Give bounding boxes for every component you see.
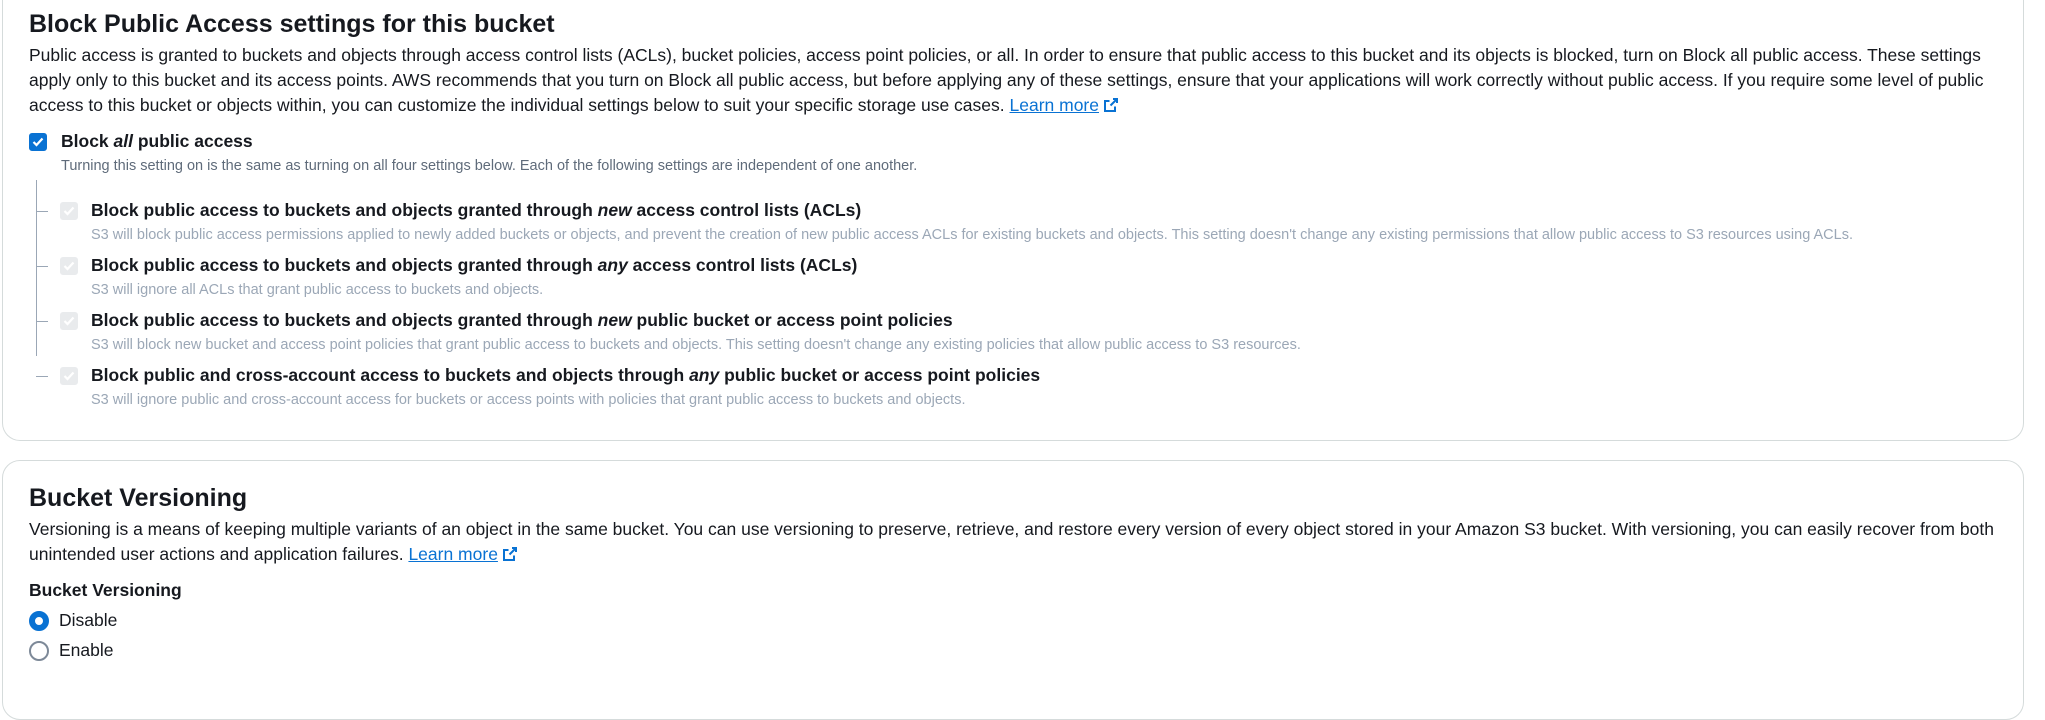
setting-new-policies-label: Block public access to buckets and objec… (91, 310, 953, 331)
setting-label-pre: Block public and cross-account access to… (91, 365, 690, 385)
block-all-label[interactable]: Block all public access (61, 131, 253, 152)
block-public-access-title: Block Public Access settings for this bu… (29, 10, 555, 38)
learn-more-label: Learn more (408, 544, 498, 564)
tree-branch (36, 211, 48, 212)
setting-any-acls-description: S3 will ignore all ACLs that grant publi… (91, 282, 544, 298)
setting-label-em: any (689, 365, 720, 385)
bucket-versioning-description: Versioning is a means of keeping multipl… (29, 517, 1997, 567)
block-all-checkbox[interactable] (29, 133, 47, 151)
bucket-versioning-header: Bucket Versioning Versioning is a means … (29, 483, 1997, 567)
setting-any-policies-label: Block public and cross-account access to… (91, 365, 1040, 386)
setting-any-acls-checkbox[interactable] (60, 257, 78, 275)
block-all-label-em: all (113, 131, 133, 151)
block-public-access-header: Block Public Access settings for this bu… (29, 9, 1997, 118)
check-icon (63, 316, 75, 326)
setting-new-policies-checkbox[interactable] (60, 312, 78, 330)
setting-label-pre: Block public access to buckets and objec… (91, 200, 598, 220)
tree-branch (36, 376, 48, 377)
setting-label-post: public bucket or access point policies (631, 310, 953, 330)
bucket-versioning-card: Bucket Versioning Versioning is a means … (2, 460, 2024, 720)
tree-branch (36, 321, 48, 322)
setting-new-acls-description: S3 will block public access permissions … (91, 227, 1853, 243)
setting-label-post: public bucket or access point policies (719, 365, 1041, 385)
setting-label-em: new (597, 310, 632, 330)
setting-label-em: new (597, 200, 632, 220)
page: Block Public Access settings for this bu… (0, 0, 2045, 720)
bucket-versioning-title: Bucket Versioning (29, 484, 248, 512)
versioning-enable-radio[interactable] (29, 641, 49, 661)
block-all-description: Turning this setting on is the same as t… (61, 158, 918, 174)
setting-label-em: any (597, 255, 628, 275)
block-public-access-description-text: Public access is granted to buckets and … (29, 45, 1984, 115)
setting-new-policies-description: S3 will block new bucket and access poin… (91, 337, 1301, 353)
setting-any-policies-checkbox[interactable] (60, 367, 78, 385)
bucket-versioning-field-label: Bucket Versioning (29, 580, 182, 600)
block-public-access-description: Public access is granted to buckets and … (29, 43, 1997, 118)
check-icon (63, 206, 75, 216)
tree-branch (36, 266, 48, 267)
bucket-versioning-description-text: Versioning is a means of keeping multipl… (29, 519, 1994, 564)
learn-more-link[interactable]: Learn more (1010, 95, 1120, 115)
learn-more-label: Learn more (1009, 95, 1100, 115)
versioning-learn-more-link[interactable]: Learn more (408, 544, 518, 564)
external-link-icon (502, 547, 517, 561)
setting-new-acls-checkbox[interactable] (60, 202, 78, 220)
block-all-label-post: public access (133, 131, 253, 151)
setting-label-post: access control lists (ACLs) (627, 255, 858, 275)
versioning-disable-label[interactable]: Disable (59, 610, 117, 631)
setting-label-post: access control lists (ACLs) (631, 200, 862, 220)
versioning-disable-radio[interactable] (29, 611, 49, 631)
setting-label-pre: Block public access to buckets and objec… (91, 255, 598, 275)
block-all-label-pre: Block (61, 131, 114, 151)
versioning-enable-label[interactable]: Enable (59, 640, 114, 661)
setting-any-acls-label: Block public access to buckets and objec… (91, 255, 857, 276)
setting-new-acls-label: Block public access to buckets and objec… (91, 200, 861, 221)
setting-label-pre: Block public access to buckets and objec… (91, 310, 598, 330)
tree-connector (36, 180, 37, 356)
check-icon (32, 137, 44, 147)
check-icon (63, 261, 75, 271)
external-link-icon (1104, 98, 1118, 112)
setting-any-policies-description: S3 will ignore public and cross-account … (91, 392, 966, 408)
check-icon (63, 371, 75, 381)
block-public-access-card: Block Public Access settings for this bu… (2, 0, 2024, 441)
